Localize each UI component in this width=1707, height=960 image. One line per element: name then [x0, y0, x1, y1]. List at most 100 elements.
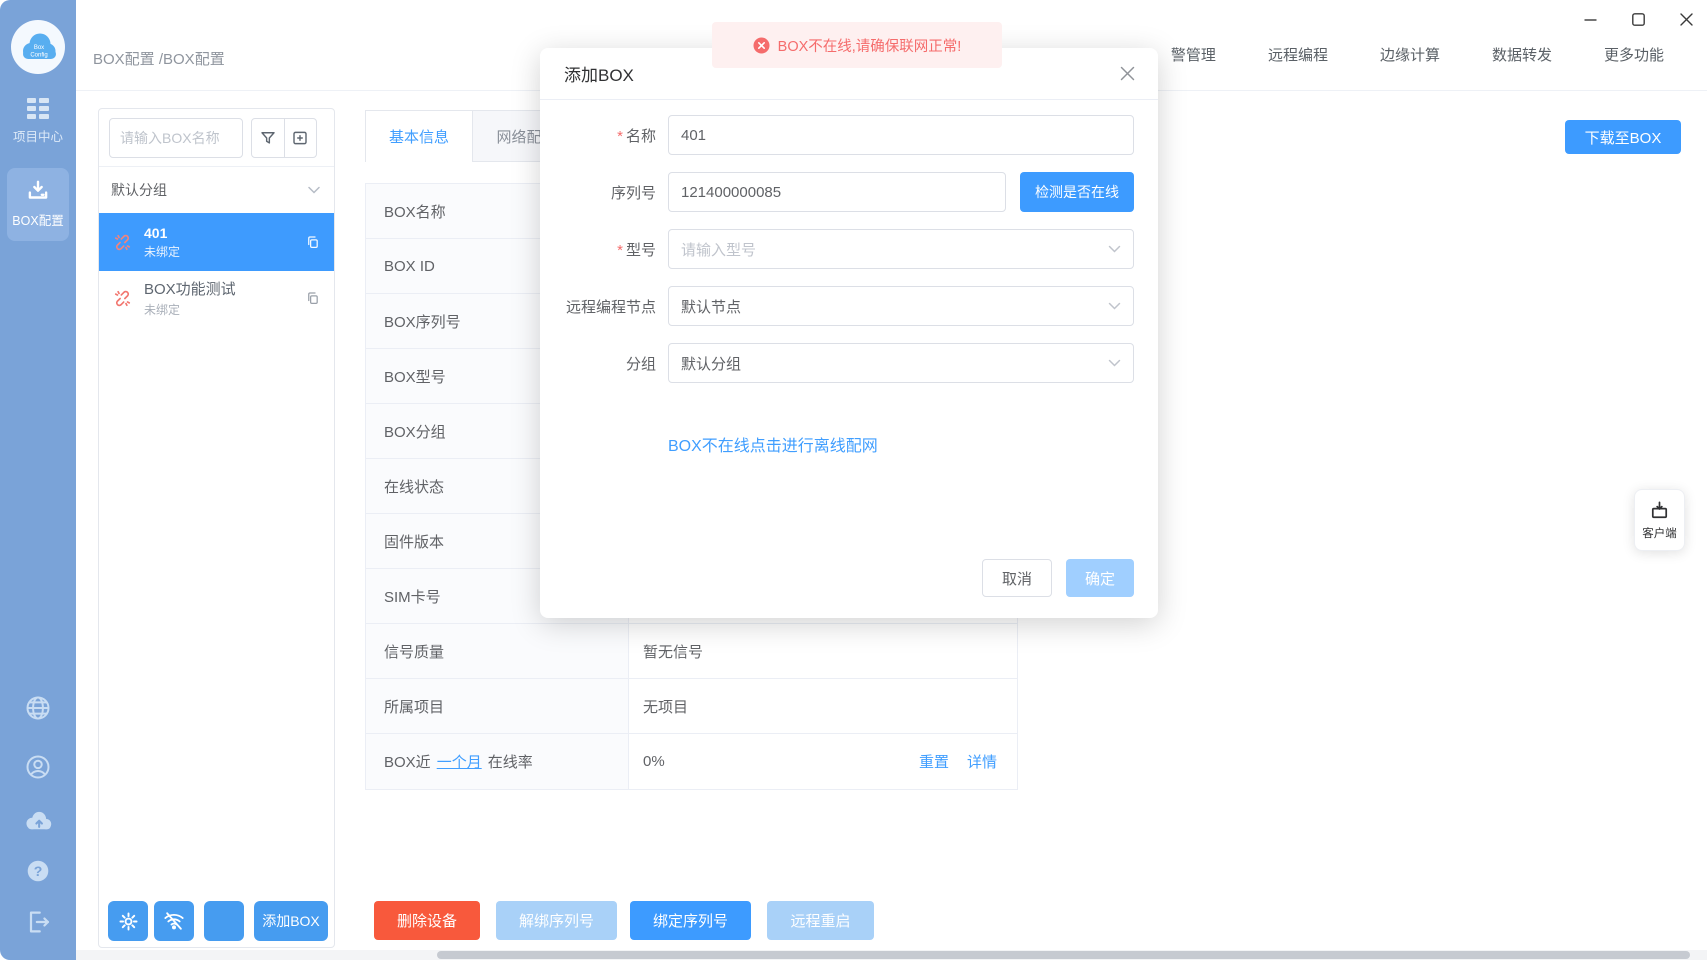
- close-window-button[interactable]: [1673, 6, 1699, 32]
- help-icon: ?: [25, 858, 51, 884]
- client-box-icon: [1648, 499, 1671, 522]
- search-input[interactable]: [109, 118, 243, 158]
- offline-network-button[interactable]: [154, 901, 194, 941]
- toast-message: BOX不在线,请确保联网正常!: [778, 35, 962, 56]
- unbind-serial-button[interactable]: 解绑序列号: [496, 901, 617, 940]
- device-list-item-selected[interactable]: 401 未绑定: [99, 213, 334, 271]
- confirm-button[interactable]: 确定: [1066, 559, 1134, 597]
- app-window: Box Config 项目中心 BOX配置: [0, 0, 1707, 960]
- sidebar-user-button[interactable]: [0, 753, 76, 781]
- group-value: 默认分组: [681, 353, 741, 374]
- blank-tool-button[interactable]: [204, 901, 244, 941]
- device-status: 未绑定: [144, 243, 180, 260]
- bind-serial-button[interactable]: 绑定序列号: [630, 901, 751, 940]
- table-row: 所属项目 无项目: [366, 679, 1017, 734]
- serial-field[interactable]: [668, 172, 1006, 212]
- sidebar-cloud-upload-button[interactable]: [0, 808, 76, 832]
- top-nav-item[interactable]: 更多功能: [1604, 44, 1664, 65]
- window-controls: [1577, 6, 1699, 32]
- form-row-node: 远程编程节点 默认节点: [552, 286, 1134, 326]
- add-box-button[interactable]: 添加BOX: [254, 901, 328, 941]
- reset-link[interactable]: 重置: [919, 751, 949, 772]
- top-nav: 警管理 远程编程 边缘计算 数据转发 更多功能: [1171, 44, 1664, 65]
- sidebar-item-box-config[interactable]: BOX配置: [7, 168, 69, 241]
- model-select[interactable]: 请输入型号: [668, 229, 1134, 269]
- field-label: 型号: [626, 242, 656, 259]
- device-panel: 默认分组 401 未绑定: [98, 108, 335, 948]
- field-label: 序列号: [611, 185, 656, 202]
- folder-plus-icon: [291, 129, 309, 147]
- chevron-down-icon: [1108, 245, 1121, 253]
- form-row-name: *名称: [552, 115, 1134, 155]
- top-nav-item[interactable]: 数据转发: [1492, 44, 1552, 65]
- panel-toolbar: [251, 118, 317, 158]
- minimize-button[interactable]: [1577, 6, 1603, 32]
- app-logo: Box Config: [11, 20, 65, 74]
- delete-device-button[interactable]: 删除设备: [374, 901, 480, 940]
- user-icon: [24, 753, 52, 781]
- maximize-icon: [1631, 12, 1646, 27]
- top-nav-item[interactable]: 远程编程: [1268, 44, 1328, 65]
- group-header-default[interactable]: 默认分组: [99, 167, 334, 213]
- sidebar-item-label: BOX配置: [12, 210, 63, 229]
- settings-button[interactable]: [108, 901, 148, 941]
- gear-icon: [118, 911, 139, 932]
- filter-funnel-icon: [259, 129, 277, 147]
- name-field[interactable]: [668, 115, 1134, 155]
- group-label: 默认分组: [111, 180, 167, 200]
- modal-close-button[interactable]: [1119, 65, 1136, 82]
- field-label: 分组: [626, 356, 656, 373]
- node-select[interactable]: 默认节点: [668, 286, 1134, 326]
- sidebar-item-label: 项目中心: [13, 126, 63, 145]
- remote-reboot-button[interactable]: 远程重启: [767, 901, 874, 940]
- required-asterisk: *: [617, 128, 623, 145]
- wifi-off-icon: [163, 910, 185, 932]
- device-list-item[interactable]: BOX功能测试 未绑定: [99, 271, 334, 325]
- chevron-down-icon: [308, 186, 320, 194]
- form-row-group: 分组 默认分组: [552, 343, 1134, 383]
- broken-link-icon: [113, 289, 132, 308]
- copy-icon[interactable]: [305, 290, 320, 306]
- sidebar-globe-button[interactable]: [0, 694, 76, 722]
- chevron-down-icon: [1108, 302, 1121, 310]
- sidebar: Box Config 项目中心 BOX配置: [0, 0, 76, 960]
- filter-button[interactable]: [252, 119, 284, 157]
- sidebar-help-button[interactable]: ?: [0, 858, 76, 884]
- copy-icon[interactable]: [305, 234, 320, 250]
- top-nav-item[interactable]: 边缘计算: [1380, 44, 1440, 65]
- check-online-button[interactable]: 检测是否在线: [1020, 172, 1134, 212]
- row-label: BOX近 一个月 在线率: [366, 734, 629, 789]
- modal-footer: 取消 确定: [982, 559, 1134, 597]
- broken-link-icon: [113, 233, 132, 252]
- sidebar-item-project-center[interactable]: 项目中心: [0, 96, 76, 145]
- client-download-button[interactable]: 客户端: [1634, 489, 1685, 551]
- horizontal-scrollbar-thumb[interactable]: [437, 951, 1690, 959]
- grid-menu-icon: [25, 96, 51, 120]
- close-icon: [1679, 12, 1694, 27]
- group-select[interactable]: 默认分组: [668, 343, 1134, 383]
- error-circle-icon: [753, 37, 770, 54]
- form-row-model: *型号 请输入型号: [552, 229, 1134, 269]
- offline-config-link[interactable]: BOX不在线点击进行离线配网: [668, 432, 878, 456]
- svg-text:Config: Config: [30, 53, 47, 59]
- cancel-button[interactable]: 取消: [982, 559, 1052, 597]
- add-box-modal: 添加BOX *名称 序列号 检测是否在线 *型号 请输入型号 远程编程节点: [540, 48, 1158, 618]
- detail-link[interactable]: 详情: [967, 751, 997, 772]
- device-status: 未绑定: [144, 301, 236, 318]
- table-row: 信号质量 暂无信号: [366, 624, 1017, 679]
- period-dropdown[interactable]: 一个月: [437, 751, 482, 772]
- device-actions: 删除设备 解绑序列号 绑定序列号 远程重启: [374, 901, 874, 940]
- modal-title: 添加BOX: [564, 61, 634, 86]
- row-value: 暂无信号: [629, 624, 1017, 678]
- model-placeholder: 请输入型号: [681, 239, 756, 260]
- device-name: BOX功能测试: [144, 278, 236, 299]
- maximize-button[interactable]: [1625, 6, 1651, 32]
- device-name: 401: [144, 225, 180, 241]
- sidebar-exit-button[interactable]: [0, 908, 76, 936]
- top-nav-item[interactable]: 警管理: [1171, 44, 1216, 65]
- cloud-upload-icon: [23, 808, 53, 832]
- tab-basic-info[interactable]: 基本信息: [366, 111, 473, 162]
- add-group-button[interactable]: [284, 119, 317, 157]
- row-label: 信号质量: [366, 624, 629, 678]
- download-to-box-button[interactable]: 下载至BOX: [1565, 120, 1681, 154]
